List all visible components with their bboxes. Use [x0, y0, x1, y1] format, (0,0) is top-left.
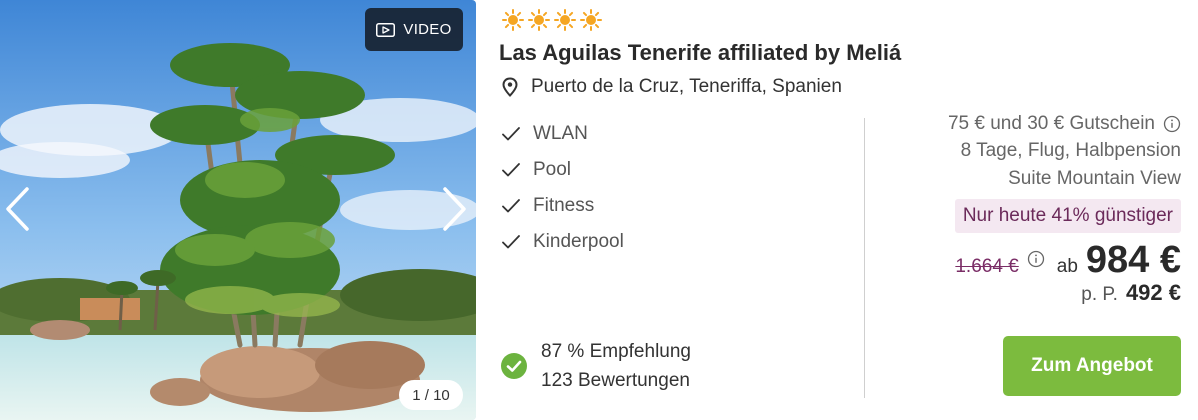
amenity-item: Kinderpool — [501, 224, 624, 260]
sun-icon — [554, 9, 576, 31]
price-row: 1.664 € ab 984 € — [881, 239, 1181, 282]
reviews-count[interactable]: 123 Bewertungen — [541, 366, 691, 395]
sun-icon — [580, 9, 602, 31]
sun-icon — [528, 9, 550, 31]
play-video-icon — [376, 22, 396, 37]
amenity-label: Kinderpool — [533, 231, 624, 252]
pricing-panel: 75 € und 30 € Gutschein 8 Tage, Flug, Ha… — [881, 110, 1181, 306]
location-text: Puerto de la Cruz, Teneriffa, Spanien — [531, 76, 842, 97]
amenity-item: Fitness — [501, 188, 624, 224]
checkmark-icon — [502, 199, 520, 213]
old-price: 1.664 € — [955, 256, 1019, 277]
per-person-price: 492 € — [1125, 280, 1181, 305]
image-counter: 1 / 10 — [399, 380, 463, 410]
amenities-list: WLAN Pool Fitness Kinderpool — [501, 116, 624, 260]
discount-badge: Nur heute 41% günstiger — [954, 199, 1181, 233]
hotel-photo — [0, 0, 476, 420]
package-details: 8 Tage, Flug, Halbpension — [960, 140, 1181, 161]
hotel-name[interactable]: Las Aguilas Tenerife affiliated by Meliá — [499, 40, 901, 66]
per-person-row: p. P. 492 € — [881, 280, 1181, 306]
previous-image-button[interactable] — [0, 184, 34, 234]
room-type: Suite Mountain View — [1008, 168, 1181, 189]
checkmark-icon — [502, 127, 520, 141]
checkmark-icon — [502, 163, 520, 177]
amenity-label: WLAN — [533, 123, 588, 144]
checkmark-icon — [502, 235, 520, 249]
check-circle-icon — [501, 353, 527, 379]
next-image-button[interactable] — [438, 184, 472, 234]
sun-icon — [502, 9, 524, 31]
info-icon[interactable] — [1027, 250, 1045, 268]
amenity-item: WLAN — [501, 116, 624, 152]
per-person-label: p. P. — [1081, 284, 1118, 305]
video-button[interactable]: VIDEO — [365, 8, 463, 51]
voucher-row: 75 € und 30 € Gutschein — [881, 110, 1181, 137]
hotel-location: Puerto de la Cruz, Teneriffa, Spanien — [501, 76, 842, 98]
chevron-right-icon — [443, 187, 466, 231]
amenity-item: Pool — [501, 152, 624, 188]
info-icon[interactable] — [1163, 115, 1181, 133]
amenity-label: Fitness — [533, 195, 595, 216]
from-label: ab — [1056, 256, 1078, 277]
to-offer-button[interactable]: Zum Angebot — [1003, 336, 1181, 396]
amenity-label: Pool — [533, 159, 572, 180]
guest-rating: 87 % Empfehlung 123 Bewertungen — [501, 337, 691, 395]
hotel-image-gallery[interactable]: VIDEO 1 / 10 — [0, 0, 476, 420]
voucher-text: 75 € und 30 € Gutschein — [947, 112, 1155, 134]
main-price: 984 € — [1085, 239, 1181, 281]
vertical-divider — [864, 118, 865, 398]
video-label: VIDEO — [403, 21, 452, 38]
recommendation-text: 87 % Empfehlung — [541, 341, 691, 362]
hotel-rating-stars — [502, 9, 602, 31]
map-pin-icon — [502, 77, 518, 97]
chevron-left-icon — [6, 187, 29, 231]
